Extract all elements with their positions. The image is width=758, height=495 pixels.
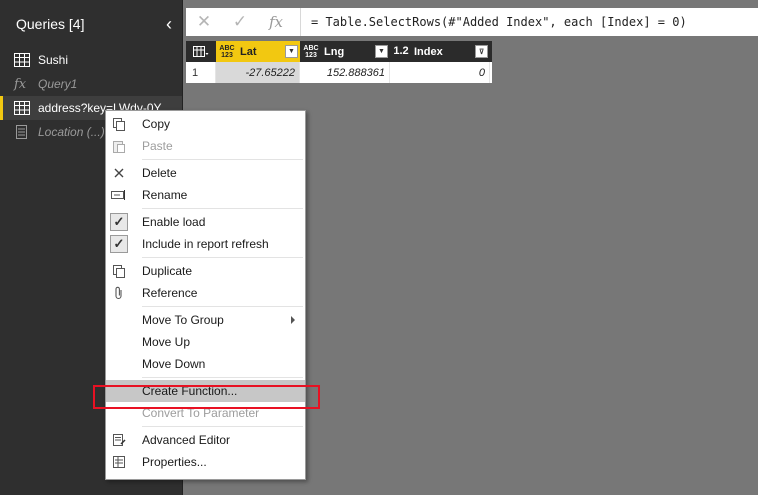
formula-input[interactable]: = Table.SelectRows(#"Added Index", each …	[301, 15, 687, 29]
table-menu-icon[interactable]	[186, 41, 216, 62]
menu-separator	[142, 159, 303, 160]
menu-item-properties[interactable]: Properties...	[106, 451, 305, 473]
rename-icon	[106, 184, 132, 206]
menu-item-rename[interactable]: Rename	[106, 184, 305, 206]
grid-header: ABC 123 Lat ▼ ABC 123 Lng ▼ 1.2 Index ⊽	[186, 41, 492, 62]
filter-dropdown-icon[interactable]: ▼	[375, 45, 388, 58]
insert-function-icon[interactable]: fx	[258, 8, 294, 36]
menu-item-delete[interactable]: Delete	[106, 162, 305, 184]
menu-item-paste[interactable]: Paste	[106, 135, 305, 157]
menu-item-move-up[interactable]: Move Up	[106, 331, 305, 353]
table-icon	[14, 101, 30, 115]
cell-index[interactable]: 0	[390, 62, 490, 83]
menu-separator	[142, 426, 303, 427]
fx-icon: fx	[14, 76, 27, 92]
query-label: Query1	[38, 77, 78, 91]
menu-label: Enable load	[142, 215, 206, 229]
menu-label: Move Up	[142, 335, 191, 349]
menu-item-move-to-group[interactable]: Move To Group	[106, 309, 305, 331]
menu-item-include-refresh[interactable]: ✓ Include in report refresh	[106, 233, 305, 255]
menu-separator	[142, 377, 303, 378]
menu-item-move-down[interactable]: Move Down	[106, 353, 305, 375]
column-header-lng[interactable]: ABC 123 Lng ▼	[300, 41, 390, 62]
menu-item-enable-load[interactable]: ✓ Enable load	[106, 211, 305, 233]
duplicate-icon	[106, 260, 132, 282]
column-name: Lat	[240, 45, 257, 58]
menu-label: Reference	[142, 286, 198, 300]
queries-header: Queries [4] ‹	[0, 0, 182, 48]
menu-label: Copy	[142, 117, 171, 131]
query-item-sushi[interactable]: Sushi	[0, 48, 182, 72]
menu-label: Move To Group	[142, 313, 224, 327]
query-item-query1[interactable]: fx Query1	[0, 72, 182, 96]
menu-label: Duplicate	[142, 264, 193, 278]
type-decimal-icon: 1.2	[393, 45, 409, 57]
menu-label: Move Down	[142, 357, 206, 371]
query-label: Location (...)	[38, 125, 105, 139]
menu-label: Rename	[142, 188, 188, 202]
paperclip-icon	[106, 282, 132, 304]
menu-label: Delete	[142, 166, 177, 180]
table-icon	[14, 53, 30, 67]
menu-separator	[142, 208, 303, 209]
menu-label: Include in report refresh	[142, 237, 269, 251]
data-grid: ABC 123 Lat ▼ ABC 123 Lng ▼ 1.2 Index ⊽ 1 …	[186, 41, 492, 83]
menu-separator	[142, 257, 303, 258]
cancel-icon[interactable]: ✕	[186, 8, 222, 36]
queries-title: Queries [4]	[16, 16, 85, 32]
filter-applied-icon[interactable]: ⊽	[475, 45, 488, 58]
column-header-index[interactable]: 1.2 Index ⊽	[390, 41, 490, 62]
document-icon	[16, 125, 27, 139]
highlight-box	[93, 385, 320, 409]
copy-icon	[106, 113, 132, 135]
delete-icon	[106, 162, 132, 184]
checkbox-checked-icon: ✓	[110, 235, 128, 253]
collapse-pane-icon[interactable]: ‹	[166, 14, 172, 35]
menu-item-copy[interactable]: Copy	[106, 113, 305, 135]
confirm-icon[interactable]: ✓	[222, 8, 258, 36]
cell-lat[interactable]: -27.65222	[216, 62, 300, 83]
column-name: Index	[414, 45, 443, 58]
row-number[interactable]: 1	[186, 62, 216, 83]
menu-item-reference[interactable]: Reference	[106, 282, 305, 304]
advanced-editor-icon	[106, 429, 132, 451]
menu-separator	[142, 306, 303, 307]
context-menu: Copy Paste Delete Rename ✓ Enable load ✓…	[105, 110, 306, 480]
type-any-icon: ABC 123	[219, 44, 235, 59]
column-header-lat[interactable]: ABC 123 Lat ▼	[216, 41, 300, 62]
menu-item-advanced-editor[interactable]: Advanced Editor	[106, 429, 305, 451]
checkbox-checked-icon: ✓	[110, 213, 128, 231]
menu-label: Advanced Editor	[142, 433, 231, 447]
cell-lng[interactable]: 152.888361	[300, 62, 390, 83]
menu-item-duplicate[interactable]: Duplicate	[106, 260, 305, 282]
submenu-arrow-icon	[291, 316, 295, 324]
properties-icon	[106, 451, 132, 473]
type-any-icon: ABC 123	[303, 44, 319, 59]
column-name: Lng	[324, 45, 345, 58]
filter-dropdown-icon[interactable]: ▼	[285, 45, 298, 58]
paste-icon	[106, 135, 132, 157]
formula-bar: ✕ ✓ fx = Table.SelectRows(#"Added Index"…	[186, 8, 758, 36]
menu-label: Paste	[142, 139, 173, 153]
query-label: Sushi	[38, 53, 69, 67]
menu-label: Properties...	[142, 455, 207, 469]
table-row: 1 -27.65222 152.888361 0	[186, 62, 492, 83]
